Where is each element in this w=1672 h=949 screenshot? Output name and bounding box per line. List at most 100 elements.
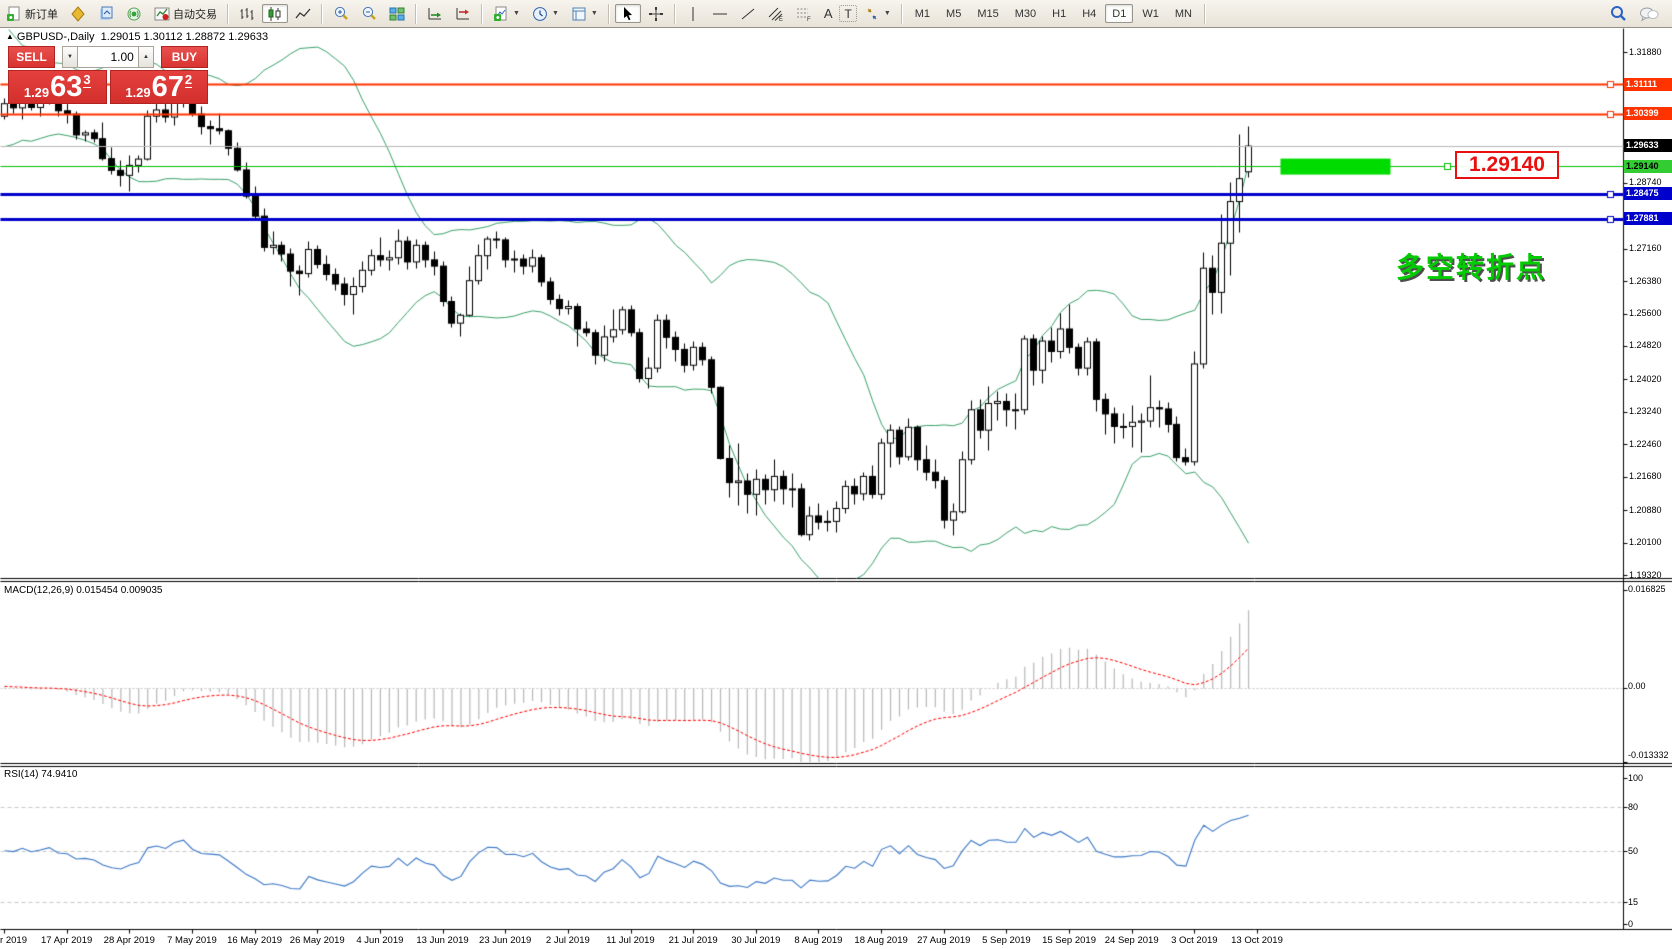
price-tick-label: 1.20100 bbox=[1629, 537, 1662, 547]
auto-trading-button[interactable]: 自动交易 bbox=[149, 4, 222, 23]
horizontal-line-button[interactable] bbox=[707, 4, 733, 23]
crosshair-button[interactable] bbox=[643, 4, 669, 23]
turning-point-annotation[interactable]: 多空转折点 bbox=[1396, 246, 1546, 286]
price-line-badge: 1.29633 bbox=[1624, 139, 1672, 152]
timeframe-h1[interactable]: H1 bbox=[1045, 4, 1073, 23]
chat-button[interactable] bbox=[1634, 4, 1664, 23]
vertical-line-button[interactable] bbox=[681, 4, 705, 23]
search-button[interactable] bbox=[1605, 4, 1632, 23]
tile-windows-icon bbox=[389, 6, 405, 22]
market-watch-icon bbox=[98, 6, 114, 22]
price-tick-label: 1.21680 bbox=[1629, 471, 1662, 481]
timeframe-w1[interactable]: W1 bbox=[1135, 4, 1166, 23]
price-tick-label: 1.24820 bbox=[1629, 340, 1662, 350]
price-tick-label: 1.20880 bbox=[1629, 505, 1662, 515]
timeframe-m30[interactable]: M30 bbox=[1008, 4, 1043, 23]
toolbar-separator bbox=[481, 4, 483, 24]
vertical-line-icon bbox=[686, 6, 700, 22]
periods-button[interactable]: ▼ bbox=[527, 4, 564, 23]
candlestick-chart-button[interactable] bbox=[262, 4, 288, 23]
favorites-icon bbox=[70, 6, 86, 22]
toolbar-separator bbox=[227, 4, 229, 24]
channel-button[interactable]: E bbox=[763, 4, 789, 23]
time-axis-label: 7 May 2019 bbox=[157, 935, 227, 946]
zoom-out-button[interactable] bbox=[356, 4, 382, 23]
timeframe-m1[interactable]: M1 bbox=[908, 4, 937, 23]
price-tick-label: 1.26380 bbox=[1629, 276, 1662, 286]
price-tick-label: 1.19320 bbox=[1629, 570, 1662, 580]
buy-price-big: 67 bbox=[152, 73, 184, 102]
new-order-button[interactable]: 新订单 bbox=[1, 4, 63, 23]
timeframe-h4[interactable]: H4 bbox=[1075, 4, 1103, 23]
bar-chart-icon bbox=[239, 6, 255, 22]
horizontal-line-icon bbox=[712, 6, 728, 22]
fibonacci-button[interactable]: F bbox=[791, 4, 817, 23]
buy-price-small: 1.29 bbox=[125, 85, 150, 100]
bar-chart-button[interactable] bbox=[234, 4, 260, 23]
price-tick-label: 1.24020 bbox=[1629, 374, 1662, 384]
time-axis-label: 3 Oct 2019 bbox=[1159, 935, 1229, 946]
time-axis-label: 16 May 2019 bbox=[220, 935, 290, 946]
time-axis-label: 11 Jul 2019 bbox=[596, 935, 666, 946]
time-axis-label: 18 Aug 2019 bbox=[846, 935, 916, 946]
cursor-icon bbox=[620, 6, 636, 22]
buy-price-pip: 2 bbox=[185, 72, 192, 88]
time-axis-label: 26 May 2019 bbox=[282, 935, 352, 946]
auto-scroll-button[interactable] bbox=[422, 4, 448, 23]
signals-button[interactable] bbox=[121, 4, 147, 23]
svg-text:E: E bbox=[779, 17, 783, 22]
arrows-button[interactable]: ▼ bbox=[859, 4, 896, 23]
time-axis-label: 30 Jul 2019 bbox=[721, 935, 791, 946]
price-annotation-box[interactable]: 1.29140 bbox=[1455, 151, 1559, 179]
toolbar-separator bbox=[415, 4, 417, 24]
sell-button[interactable]: SELL bbox=[8, 46, 55, 68]
price-tick-label: 1.28740 bbox=[1629, 177, 1662, 187]
price-line-badge: 1.27881 bbox=[1624, 212, 1672, 225]
text-label-button[interactable]: T bbox=[839, 5, 856, 22]
signals-icon bbox=[126, 6, 142, 22]
buy-price-display[interactable]: 1.29 67 2 bbox=[110, 70, 209, 104]
toolbar-separator bbox=[674, 4, 676, 24]
buy-button[interactable]: BUY bbox=[161, 46, 208, 68]
macd-axis-label: 0.016825 bbox=[1628, 584, 1666, 594]
timeframe-m15[interactable]: M15 bbox=[970, 4, 1005, 23]
indicators-button[interactable]: ▼ bbox=[488, 4, 525, 23]
volume-increase-button[interactable]: ▲ bbox=[138, 46, 154, 68]
rsi-indicator-label: RSI(14) 74.9410 bbox=[4, 769, 77, 780]
timeframe-m5[interactable]: M5 bbox=[939, 4, 968, 23]
time-axis-label: 15 Sep 2019 bbox=[1034, 935, 1104, 946]
volume-input[interactable]: 1.00 bbox=[78, 46, 138, 68]
tile-windows-button[interactable] bbox=[384, 4, 410, 23]
sell-price-big: 63 bbox=[50, 73, 82, 102]
time-axis-label: 13 Oct 2019 bbox=[1222, 935, 1292, 946]
line-chart-button[interactable] bbox=[290, 4, 316, 23]
macd-axis-label: 0.00 bbox=[1628, 681, 1646, 691]
trendline-button[interactable] bbox=[735, 4, 761, 23]
toolbar-separator bbox=[608, 4, 610, 24]
chart-canvas[interactable] bbox=[0, 0, 1672, 949]
collapse-triangle-icon: ▲ bbox=[6, 32, 14, 41]
zoom-in-button[interactable] bbox=[328, 4, 354, 23]
timeframe-mn[interactable]: MN bbox=[1168, 4, 1199, 23]
rsi-axis-label: 15 bbox=[1628, 897, 1638, 907]
auto-trading-label: 自动交易 bbox=[173, 6, 217, 22]
market-watch-button[interactable] bbox=[93, 4, 119, 23]
sell-price-display[interactable]: 1.29 63 3 bbox=[8, 70, 107, 104]
templates-button[interactable]: ▼ bbox=[566, 4, 603, 23]
search-icon bbox=[1610, 5, 1627, 22]
volume-decrease-button[interactable]: ▼ bbox=[62, 46, 78, 68]
price-tick-label: 1.31880 bbox=[1629, 47, 1662, 57]
favorites-button[interactable] bbox=[65, 4, 91, 23]
chart-ohlc-values: 1.29015 1.30112 1.28872 1.29633 bbox=[101, 31, 268, 43]
auto-scroll-icon bbox=[427, 6, 443, 22]
arrows-caret-icon: ▼ bbox=[884, 10, 891, 17]
indicators-caret-icon: ▼ bbox=[513, 10, 520, 17]
chart-shift-button[interactable] bbox=[450, 4, 476, 23]
timeframe-d1[interactable]: D1 bbox=[1105, 4, 1133, 23]
cursor-button[interactable] bbox=[615, 4, 641, 23]
macd-indicator-label: MACD(12,26,9) 0.015454 0.009035 bbox=[4, 585, 162, 596]
text-button[interactable]: A bbox=[819, 4, 838, 23]
sell-price-small: 1.29 bbox=[24, 85, 49, 100]
chart-symbol: GBPUSD-,Daily bbox=[17, 31, 95, 43]
channel-icon: E bbox=[768, 6, 784, 22]
